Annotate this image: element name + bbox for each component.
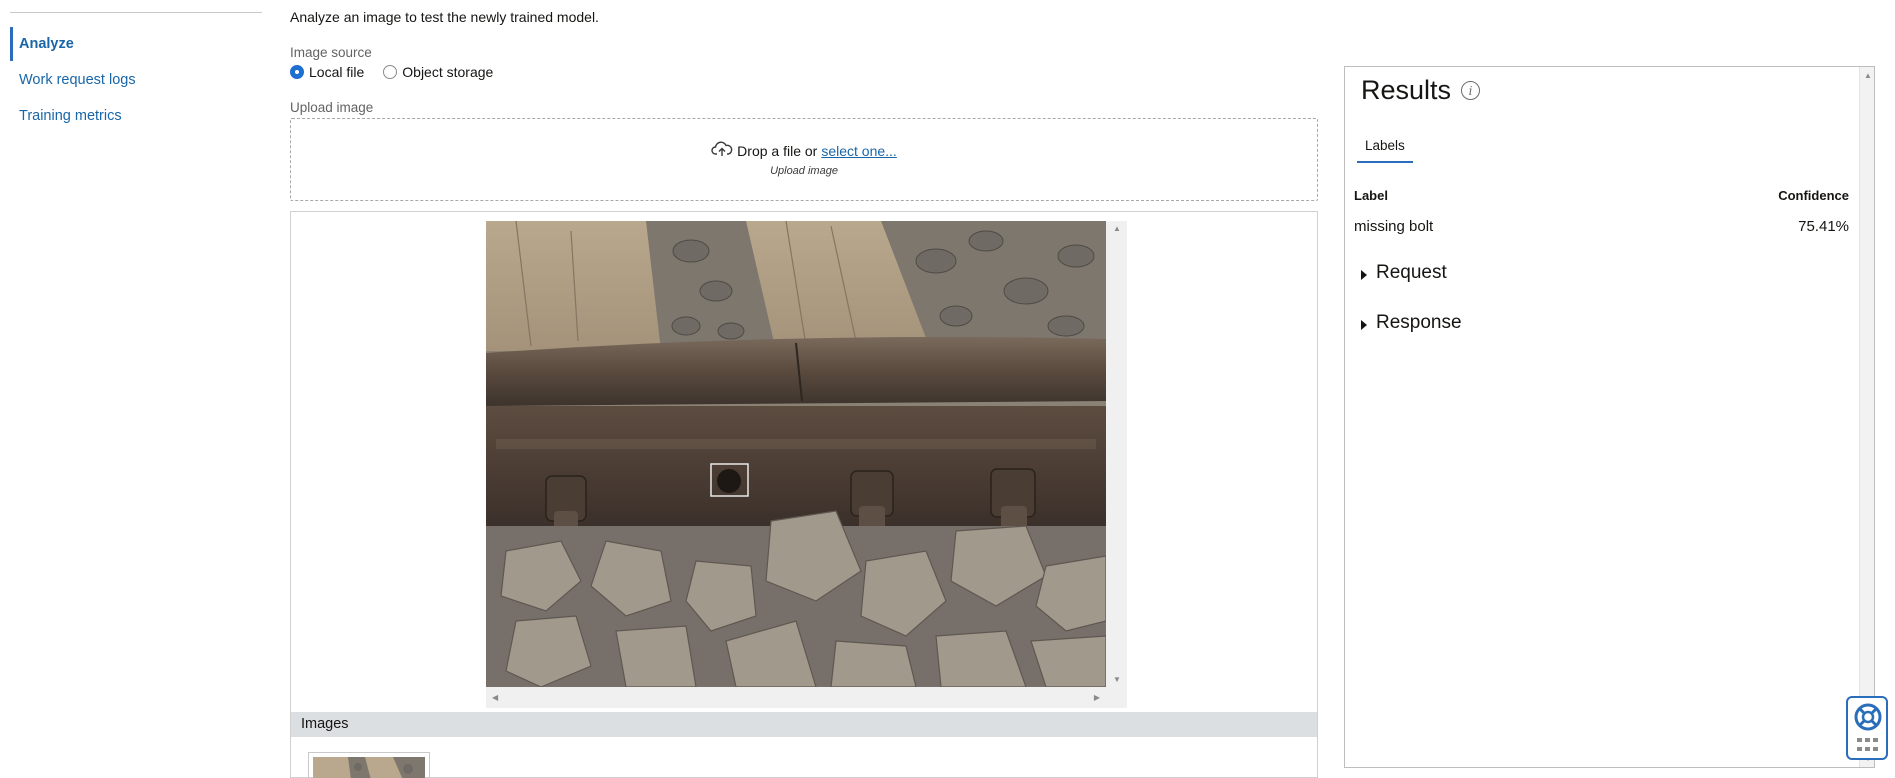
- intro-text: Analyze an image to test the newly train…: [290, 9, 599, 25]
- image-source-radio-group: Local file Object storage: [290, 64, 512, 80]
- image-preview-pane: ▲ ▼ ◀ ▶: [486, 221, 1127, 708]
- response-expander[interactable]: Response: [1361, 312, 1462, 334]
- results-title: Results: [1361, 75, 1452, 105]
- scroll-left-icon[interactable]: ◀: [492, 693, 498, 702]
- sidebar-item-work-request-logs[interactable]: Work request logs: [10, 63, 210, 97]
- image-source-label: Image source: [290, 45, 372, 60]
- grid-dots-icon: [1857, 738, 1879, 757]
- radio-local-file-label: Local file: [309, 64, 365, 80]
- request-expander[interactable]: Request: [1361, 262, 1447, 284]
- result-label-cell: missing bolt: [1354, 218, 1434, 235]
- image-horizontal-scrollbar[interactable]: ◀ ▶: [486, 687, 1106, 708]
- upload-image-label: Upload image: [290, 100, 374, 115]
- result-confidence-cell: 75.41%: [1798, 218, 1849, 235]
- image-vertical-scrollbar[interactable]: ▲ ▼: [1106, 221, 1127, 687]
- caret-right-icon: [1361, 269, 1367, 280]
- sidebar-item-analyze[interactable]: Analyze: [10, 27, 210, 61]
- analyzed-image: [486, 221, 1106, 687]
- tab-labels[interactable]: Labels: [1357, 135, 1413, 163]
- results-scrollbar[interactable]: ▲ ▼: [1859, 67, 1874, 767]
- radio-local-file[interactable]: Local file: [290, 64, 364, 80]
- results-heading: Results i: [1361, 75, 1481, 106]
- image-thumbnail[interactable]: [308, 752, 430, 778]
- drop-subtext: Upload image: [770, 165, 838, 177]
- radio-object-storage-label: Object storage: [402, 64, 494, 80]
- drop-line: Drop a file or select one...: [291, 141, 1317, 160]
- cloud-upload-icon: [711, 141, 737, 160]
- radio-local-file-indicator[interactable]: [290, 65, 304, 79]
- info-icon[interactable]: i: [1461, 81, 1481, 100]
- radio-object-storage[interactable]: Object storage: [383, 64, 493, 80]
- column-header-confidence: Confidence: [1778, 188, 1849, 203]
- lifebuoy-icon: [1853, 702, 1883, 735]
- help-button[interactable]: [1846, 696, 1888, 760]
- scroll-up-icon[interactable]: ▲: [1113, 224, 1121, 233]
- scroll-up-icon[interactable]: ▲: [1864, 71, 1872, 80]
- select-file-link[interactable]: select one...: [821, 143, 897, 159]
- caret-right-icon: [1361, 319, 1367, 330]
- image-viewer: ▲ ▼ ◀ ▶ Images: [290, 211, 1318, 778]
- scroll-right-icon[interactable]: ▶: [1094, 693, 1100, 702]
- sidebar: Analyze Work request logs Training metri…: [10, 0, 262, 778]
- response-label: Response: [1376, 312, 1462, 333]
- sidebar-divider: [10, 12, 262, 13]
- results-panel: Results i Labels Label Confidence missin…: [1344, 66, 1875, 768]
- drop-text: Drop a file or: [737, 142, 818, 159]
- radio-object-storage-indicator[interactable]: [383, 65, 398, 79]
- images-bar: Images: [291, 712, 1317, 737]
- request-label: Request: [1376, 262, 1447, 283]
- sidebar-item-training-metrics[interactable]: Training metrics: [10, 99, 210, 133]
- column-header-label: Label: [1354, 188, 1388, 203]
- scroll-down-icon[interactable]: ▼: [1113, 675, 1121, 684]
- upload-dropzone[interactable]: Drop a file or select one... Upload imag…: [290, 118, 1318, 201]
